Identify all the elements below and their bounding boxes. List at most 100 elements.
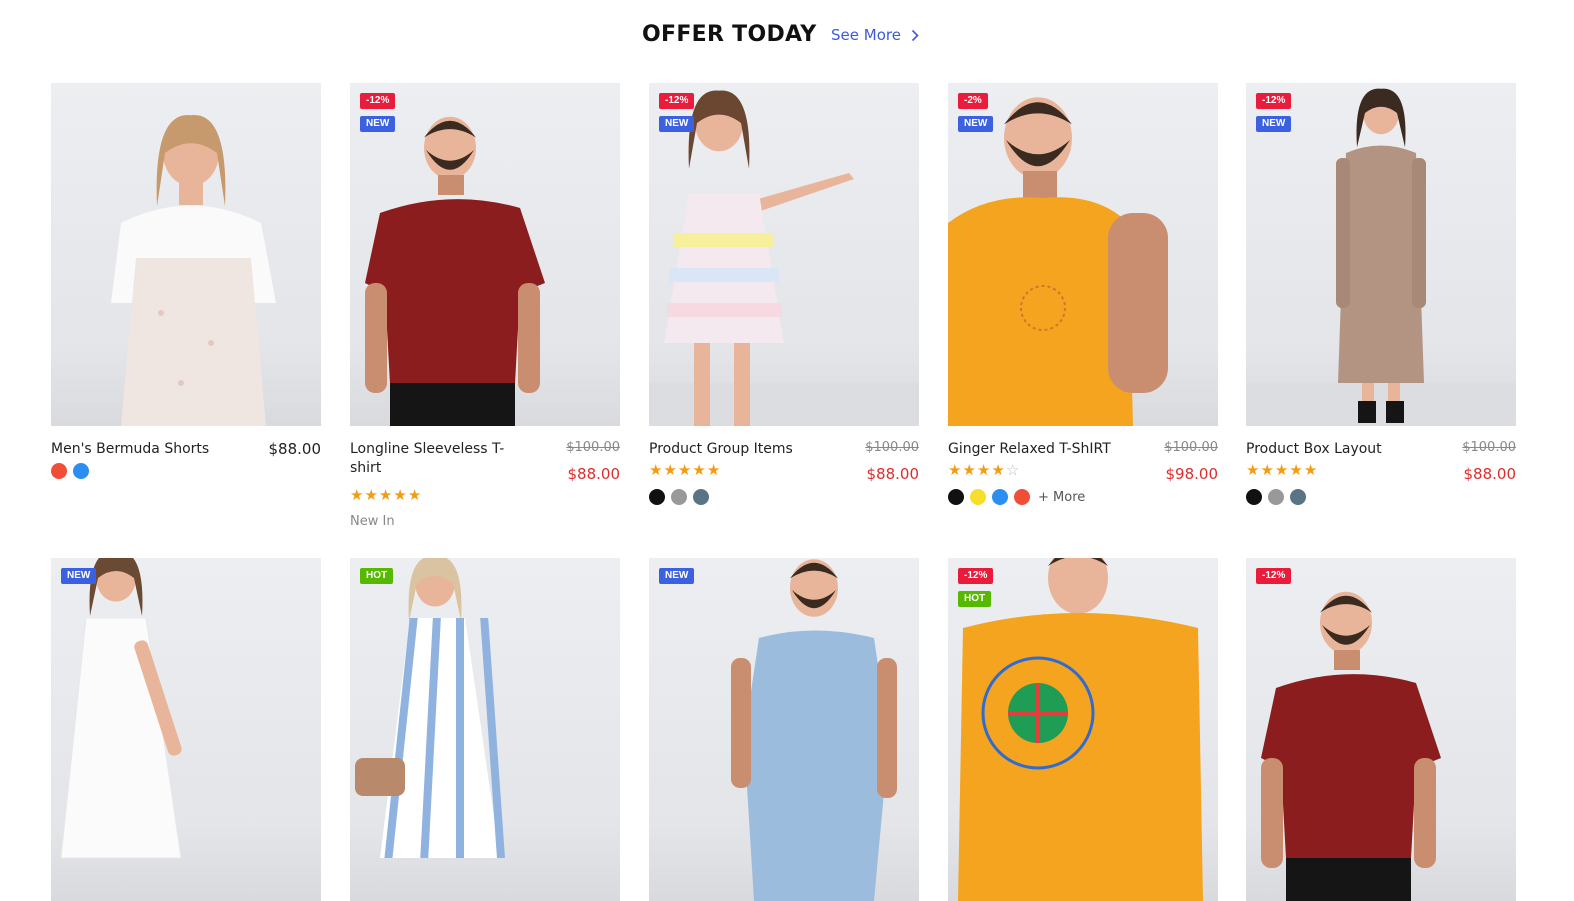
- new-badge: NEW: [61, 568, 97, 584]
- new-badge: NEW: [360, 116, 396, 132]
- original-price: $100.00: [865, 440, 919, 455]
- product-info: Product Box Layout $100.00 $88.00 ★★★★★: [1246, 440, 1516, 550]
- product-card[interactable]: -12% NEW Product Box Layout $100.00 $88.00 ★★…: [1246, 83, 1516, 550]
- new-badge: NEW: [659, 568, 695, 584]
- sale-price: $88.00: [567, 465, 621, 483]
- product-photo: [958, 558, 1203, 901]
- sale-badge: -12%: [1256, 93, 1292, 109]
- star-filled-icon: ★: [1260, 461, 1275, 479]
- color-swatch[interactable]: [649, 489, 665, 505]
- product-image[interactable]: -12% HOT: [948, 558, 1218, 901]
- star-filled-icon: ★: [1274, 461, 1290, 479]
- product-photo: [731, 559, 897, 901]
- sale-badge: -12%: [659, 93, 695, 109]
- product-image[interactable]: -12%: [1246, 558, 1516, 901]
- product-photo: [60, 558, 182, 859]
- new-badge: NEW: [659, 116, 695, 132]
- product-info: Longline Sleeveless T-shirt $100.00 $88.00…: [350, 440, 620, 550]
- color-swatch[interactable]: [51, 463, 67, 479]
- product-photo: [1246, 88, 1516, 426]
- product-info: Ginger Relaxed T-ShIRT $100.00 $98.00 ★★★★☆…: [948, 440, 1218, 550]
- sale-badge: -12%: [360, 93, 396, 109]
- color-swatch[interactable]: [1290, 489, 1306, 505]
- more-colors-link[interactable]: + More: [1038, 490, 1085, 505]
- product-card[interactable]: -2% NEW Ginger Relaxed T-ShIRT $100.00 $98.0…: [948, 83, 1218, 550]
- color-swatches: + More: [948, 489, 1085, 505]
- product-name[interactable]: Ginger Relaxed T-ShIRT: [948, 440, 1133, 459]
- sale-price: $88.00: [1463, 465, 1517, 483]
- star-filled-icon: ★: [378, 486, 394, 504]
- color-swatch[interactable]: [671, 489, 687, 505]
- product-image[interactable]: -12% NEW: [1246, 83, 1516, 426]
- sale-price: $88.00: [268, 440, 322, 458]
- product-image[interactable]: [51, 83, 321, 426]
- product-image[interactable]: -2% NEW: [948, 83, 1218, 426]
- product-name[interactable]: Longline Sleeveless T-shirt: [350, 440, 535, 478]
- color-swatch[interactable]: [1014, 489, 1030, 505]
- product-name[interactable]: Men's Bermuda Shorts: [51, 440, 236, 459]
- color-swatch[interactable]: [73, 463, 89, 479]
- star-filled-icon: ★: [1246, 461, 1261, 479]
- product-image[interactable]: NEW: [51, 558, 321, 901]
- color-swatch[interactable]: [948, 489, 964, 505]
- star-filled-icon: ★: [991, 461, 1006, 479]
- color-swatch[interactable]: [1268, 489, 1284, 505]
- star-filled-icon: ★: [393, 486, 408, 504]
- product-info: Men's Bermuda Shorts $88.00: [51, 440, 321, 550]
- badge-stack: -12% NEW: [659, 93, 695, 132]
- original-price: $100.00: [1462, 440, 1516, 455]
- star-filled-icon: ★: [663, 461, 678, 479]
- product-photo: [111, 115, 276, 426]
- color-swatches: [649, 489, 709, 505]
- color-swatch[interactable]: [970, 489, 986, 505]
- badge-stack: -12% HOT: [958, 568, 994, 607]
- star-filled-icon: ★: [976, 461, 992, 479]
- product-info: Product Group Items $100.00 $88.00 ★★★★★: [649, 440, 919, 550]
- product-image[interactable]: NEW: [649, 558, 919, 901]
- hot-badge: HOT: [360, 568, 394, 584]
- sale-badge: -2%: [958, 93, 988, 109]
- product-image[interactable]: HOT: [350, 558, 620, 901]
- product-card[interactable]: -12% HOT: [948, 558, 1218, 901]
- hot-badge: HOT: [958, 591, 992, 607]
- sale-price: $98.00: [1165, 465, 1219, 483]
- new-badge: NEW: [1256, 116, 1292, 132]
- color-swatch[interactable]: [1246, 489, 1262, 505]
- product-card[interactable]: HOT: [350, 558, 620, 901]
- star-filled-icon: ★: [677, 461, 693, 479]
- section-title: OFFER TODAY: [642, 22, 817, 47]
- color-swatch[interactable]: [693, 489, 709, 505]
- product-card[interactable]: NEW: [51, 558, 321, 901]
- badge-stack: -12%: [1256, 568, 1292, 584]
- badge-stack: -2% NEW: [958, 93, 994, 132]
- product-photo: [355, 558, 505, 858]
- product-card[interactable]: -12% NEW Longline Sleeveless T-shirt $100.0…: [350, 83, 620, 550]
- product-image[interactable]: -12% NEW: [649, 83, 919, 426]
- product-photo: [1261, 591, 1441, 901]
- product-photo: [649, 90, 919, 426]
- product-photo: [365, 116, 545, 426]
- product-card[interactable]: -12% NEW Product Group Items $100.00 $88.00 ★…: [649, 83, 919, 550]
- color-swatch[interactable]: [992, 489, 1008, 505]
- star-filled-icon: ★: [692, 461, 707, 479]
- original-price: $100.00: [566, 440, 620, 455]
- star-filled-icon: ★: [1289, 461, 1304, 479]
- star-filled-icon: ★: [350, 486, 365, 504]
- sale-badge: -12%: [1256, 568, 1292, 584]
- chevron-right-icon: [911, 29, 919, 41]
- badge-stack: NEW: [61, 568, 97, 584]
- product-card[interactable]: Men's Bermuda Shorts $88.00: [51, 83, 321, 550]
- badge-stack: -12% NEW: [360, 93, 396, 132]
- star-filled-icon: ★: [364, 486, 379, 504]
- product-image[interactable]: -12% NEW: [350, 83, 620, 426]
- color-swatches: [1246, 489, 1306, 505]
- see-more-link[interactable]: See More: [831, 26, 919, 44]
- product-photo: [948, 97, 1168, 426]
- product-card[interactable]: NEW: [649, 558, 919, 901]
- product-name[interactable]: Product Box Layout: [1246, 440, 1431, 459]
- star-filled-icon: ★: [962, 461, 977, 479]
- product-card[interactable]: -12%: [1246, 558, 1516, 901]
- new-badge: NEW: [958, 116, 994, 132]
- star-rating: ★★★★★: [1246, 461, 1318, 479]
- product-name[interactable]: Product Group Items: [649, 440, 834, 459]
